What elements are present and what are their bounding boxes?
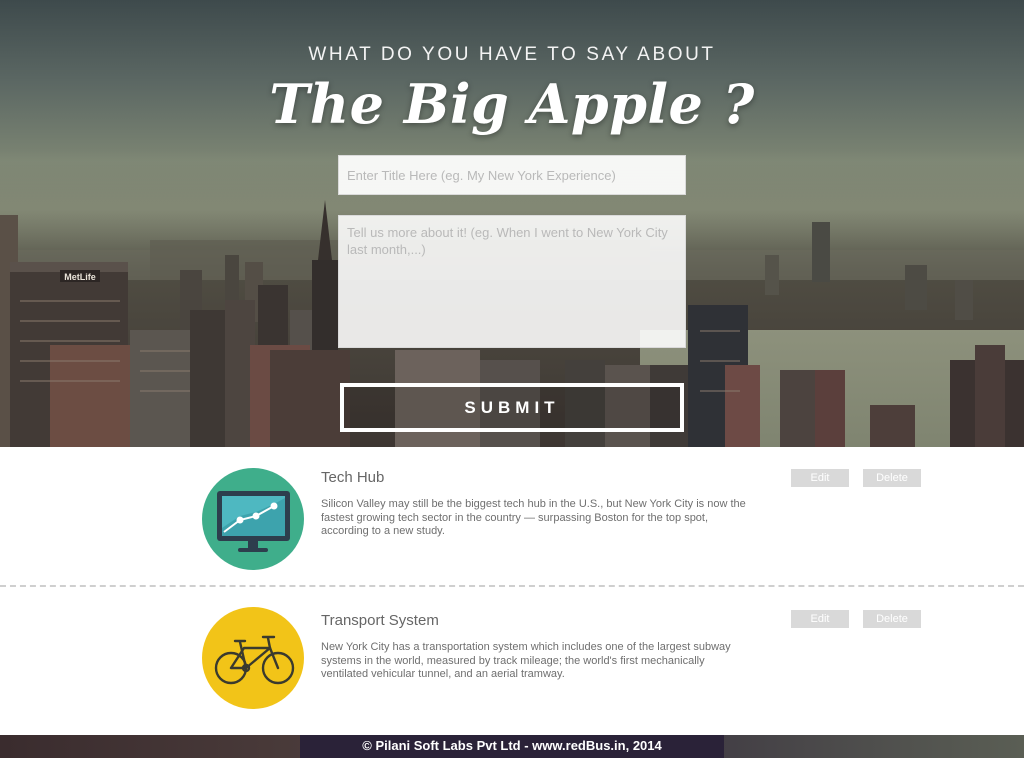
bicycle-icon [214,635,295,685]
footer: © Pilani Soft Labs Pvt Ltd - www.redBus.… [0,735,1024,758]
delete-button[interactable]: Delete [863,469,921,487]
post-card: Transport System New York City has a tra… [0,587,1024,735]
copyright-text: © Pilani Soft Labs Pvt Ltd - www.redBus.… [362,738,662,753]
post-card: Tech Hub Silicon Valley may still be the… [0,447,1024,585]
hero-banner: MetLife WHAT DO YOU HAVE TO SAY ABOUT Th… [0,0,1024,447]
story-textarea[interactable] [338,215,686,348]
post-description: Silicon Valley may still be the biggest … [321,498,746,537]
delete-button[interactable]: Delete [863,610,921,628]
post-title: Transport System [321,612,439,629]
title-input[interactable] [338,155,686,195]
metlife-sign: MetLife [64,272,96,282]
page-title: The Big Apple ? [269,72,755,136]
submit-button[interactable]: SUBMIT [340,383,684,432]
post-title: Tech Hub [321,469,385,486]
edit-button[interactable]: Edit [791,610,849,628]
monitor-chart-icon [217,491,290,552]
post-avatar [202,468,304,570]
hero-kicker: WHAT DO YOU HAVE TO SAY ABOUT [308,44,716,65]
post-description: New York City has a transportation syste… [321,641,731,680]
edit-button[interactable]: Edit [791,469,849,487]
post-avatar [202,607,304,709]
